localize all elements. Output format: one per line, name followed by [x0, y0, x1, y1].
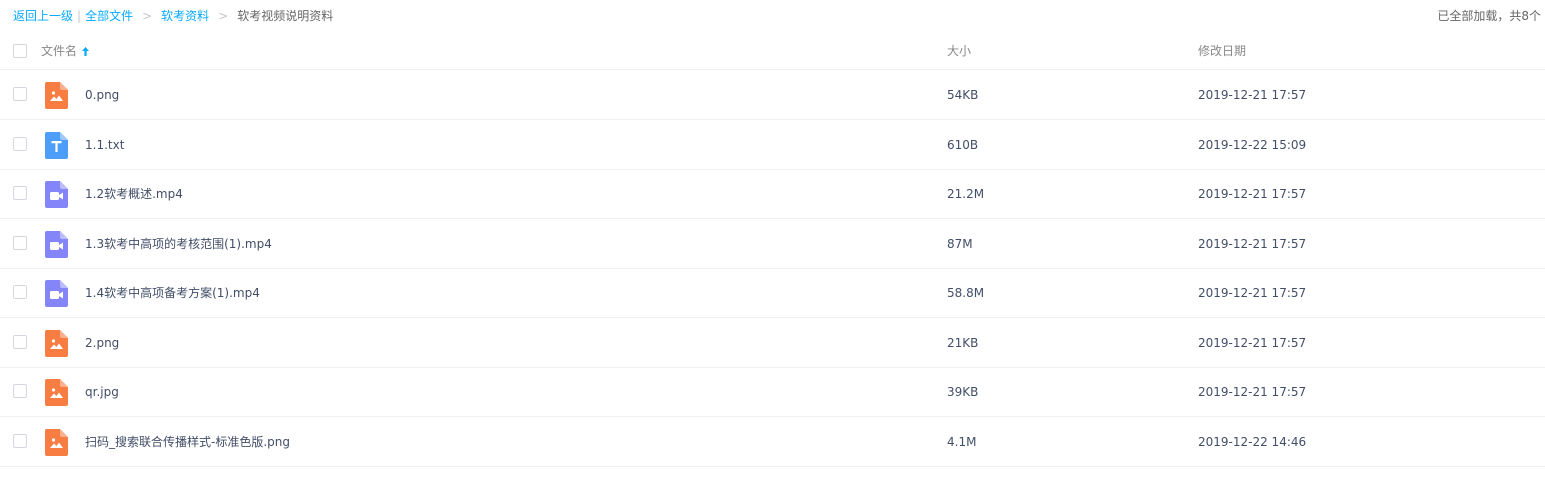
row-checkbox[interactable] — [13, 136, 27, 151]
file-name[interactable]: 1.4软考中高项备考方案(1).mp4 — [85, 285, 260, 301]
file-row[interactable]: 扫码_搜索联合传播样式-标准色版.png 4.1M 2019-12-22 14:46 — [0, 417, 1545, 467]
column-name-label: 文件名 — [41, 44, 78, 58]
video-icon[interactable] — [45, 280, 68, 307]
breadcrumb-arrow-icon: > — [142, 9, 153, 23]
file-row[interactable]: 2.png 21KB 2019-12-21 17:57 — [0, 318, 1545, 368]
file-size: 54KB — [947, 88, 979, 102]
row-checkbox[interactable] — [13, 186, 27, 200]
list-header: 文件名 大小 修改日期 — [0, 32, 1545, 70]
file-modified-date: 2019-12-21 17:57 — [1198, 236, 1307, 251]
file-name[interactable]: 1.2软考概述.mp4 — [85, 186, 183, 202]
column-name[interactable]: 文件名 — [41, 43, 90, 59]
column-size[interactable]: 大小 — [947, 43, 971, 59]
file-name[interactable]: 2.png — [85, 335, 119, 351]
file-modified-date: 2019-12-22 14:46 — [1198, 434, 1307, 449]
file-name[interactable]: 扫码_搜索联合传播样式-标准色版.png — [85, 434, 290, 450]
file-modified-date: 2019-12-22 15:09 — [1198, 137, 1307, 152]
breadcrumb: 返回上一级 | 全部文件 > 软考资料 > 软考视频说明资料 — [13, 8, 333, 24]
file-row[interactable]: 1.2软考概述.mp4 21.2M 2019-12-21 17:57 — [0, 169, 1545, 219]
file-name[interactable]: qr.jpg — [85, 384, 119, 400]
file-row[interactable]: 1.4软考中高项备考方案(1).mp4 58.8M 2019-12-21 17:57 — [0, 268, 1545, 318]
file-size: 21KB — [947, 335, 979, 350]
row-checkbox[interactable] — [13, 87, 27, 101]
file-size: 87M — [947, 236, 973, 251]
select-all-checkbox[interactable] — [13, 44, 27, 58]
image-icon[interactable] — [45, 379, 68, 406]
load-status: 已全部加载，共8个 — [1437, 9, 1541, 23]
row-checkbox[interactable] — [13, 433, 27, 448]
file-size: 4.1M — [947, 434, 977, 449]
breadcrumb-arrow-icon: > — [218, 9, 229, 23]
row-checkbox[interactable] — [13, 334, 27, 349]
image-icon[interactable] — [45, 428, 68, 456]
file-size: 21.2M — [947, 187, 985, 201]
top-bar: 返回上一级 | 全部文件 > 软考资料 > 软考视频说明资料 已全部加载，共8个 — [0, 0, 1545, 32]
back-link[interactable]: 返回上一级 — [13, 9, 73, 23]
file-modified-date: 2019-12-21 17:57 — [1198, 335, 1307, 350]
breadcrumb-divider: | — [77, 9, 82, 23]
file-modified-date: 2019-12-21 17:57 — [1198, 88, 1307, 102]
row-checkbox[interactable] — [13, 285, 27, 299]
sort-arrow-up-icon[interactable] — [81, 46, 90, 57]
breadcrumb-current-folder: 软考视频说明资料 — [237, 9, 334, 23]
file-row[interactable]: 0.png 54KB 2019-12-21 17:57 — [0, 70, 1545, 120]
image-icon[interactable] — [45, 82, 68, 109]
video-icon[interactable] — [45, 181, 68, 208]
file-row[interactable]: 1.1.txt 610B 2019-12-22 15:09 — [0, 120, 1545, 170]
video-icon[interactable] — [45, 230, 68, 258]
file-row[interactable]: qr.jpg 39KB 2019-12-21 17:57 — [0, 367, 1545, 417]
row-checkbox[interactable] — [13, 235, 27, 250]
file-name[interactable]: 1.3软考中高项的考核范围(1).mp4 — [85, 236, 272, 252]
text-file-icon[interactable] — [45, 131, 68, 159]
image-icon[interactable] — [45, 329, 68, 357]
breadcrumb-parent-folder[interactable]: 软考资料 — [161, 9, 209, 23]
breadcrumb-all-files[interactable]: 全部文件 — [85, 9, 133, 23]
file-modified-date: 2019-12-21 17:57 — [1198, 187, 1307, 201]
column-modified-date[interactable]: 修改日期 — [1198, 43, 1246, 59]
row-checkbox[interactable] — [13, 384, 27, 398]
file-name[interactable]: 0.png — [85, 87, 119, 103]
file-size: 58.8M — [947, 286, 985, 300]
file-modified-date: 2019-12-21 17:57 — [1198, 286, 1307, 300]
file-size: 610B — [947, 137, 979, 152]
file-name[interactable]: 1.1.txt — [85, 137, 124, 153]
file-row[interactable]: 1.3软考中高项的考核范围(1).mp4 87M 2019-12-21 17:57 — [0, 219, 1545, 269]
file-size: 39KB — [947, 385, 979, 399]
file-modified-date: 2019-12-21 17:57 — [1198, 385, 1307, 399]
